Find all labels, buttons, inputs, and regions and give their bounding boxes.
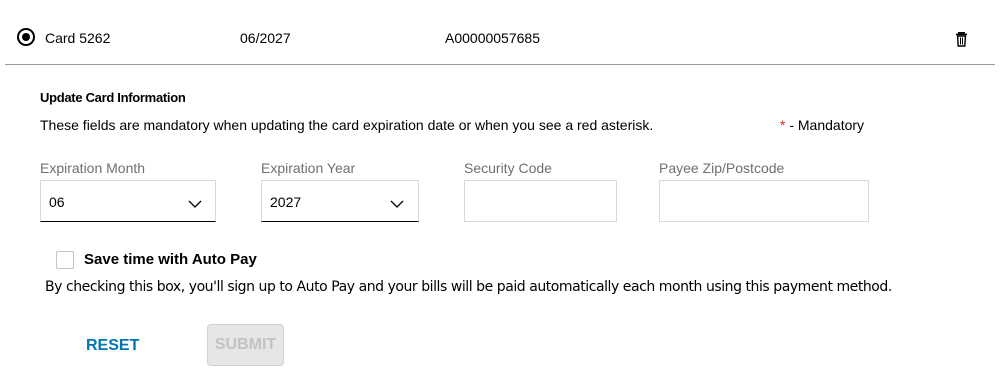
mandatory-label: - Mandatory <box>785 117 865 133</box>
autopay-checkbox[interactable] <box>56 251 74 269</box>
mandatory-note: * - Mandatory <box>780 117 864 134</box>
security-code-label: Security Code <box>464 160 552 176</box>
autopay-label[interactable]: Save time with Auto Pay <box>84 251 257 269</box>
card-radio-button[interactable] <box>17 28 35 46</box>
section-description: These fields are mandatory when updating… <box>40 117 654 133</box>
card-expiration: 06/2027 <box>240 30 291 46</box>
expiration-year-label: Expiration Year <box>261 160 356 176</box>
trash-icon[interactable] <box>955 31 969 47</box>
card-account-id: A00000057685 <box>445 30 540 46</box>
chevron-down-icon <box>390 196 404 208</box>
chevron-down-icon <box>188 196 202 208</box>
row-divider <box>5 64 995 65</box>
section-title: Update Card Information <box>40 90 186 105</box>
radio-selected-icon <box>22 33 30 41</box>
expiration-year-select[interactable]: 2027 <box>261 180 419 222</box>
card-name: Card 5262 <box>45 30 111 46</box>
reset-button[interactable]: RESET <box>86 336 139 355</box>
autopay-description: By checking this box, you'll sign up to … <box>45 279 892 295</box>
security-code-input[interactable] <box>464 180 617 222</box>
expiration-month-value: 06 <box>49 194 65 210</box>
payee-zip-label: Payee Zip/Postcode <box>659 160 785 176</box>
expiration-year-value: 2027 <box>270 194 302 210</box>
submit-button[interactable]: SUBMIT <box>207 324 284 366</box>
payee-zip-input[interactable] <box>659 180 869 222</box>
saved-card-row: Card 5262 06/2027 A00000057685 <box>0 0 1000 66</box>
expiration-month-select[interactable]: 06 <box>40 180 216 222</box>
expiration-month-label: Expiration Month <box>40 160 146 176</box>
